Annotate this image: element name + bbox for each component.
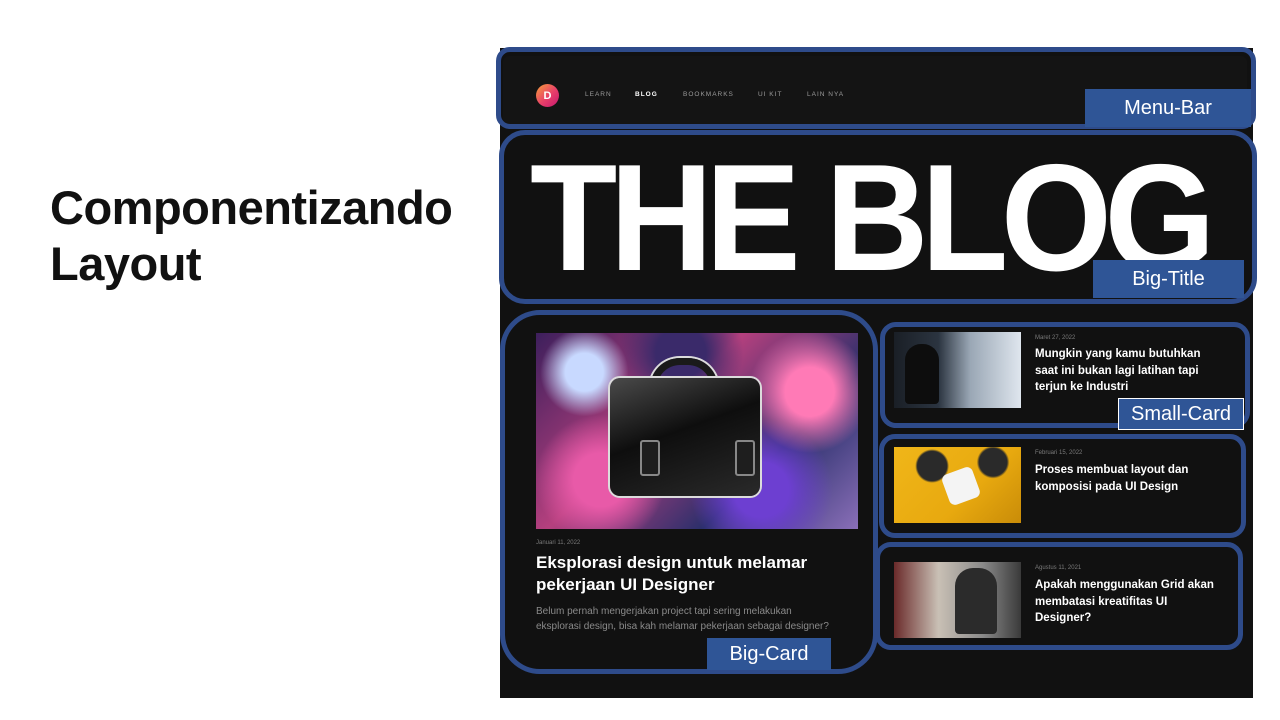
big-title-label: Big-Title <box>1093 260 1244 298</box>
small-card-3-outline <box>875 542 1243 650</box>
slide-title-line-1: Componentizando <box>50 181 453 234</box>
small-card-label: Small-Card <box>1118 398 1244 430</box>
slide-title: Componentizando Layout <box>50 180 453 292</box>
small-card-2-outline <box>879 434 1246 538</box>
big-card-outline <box>500 310 878 674</box>
slide-title-line-2: Layout <box>50 237 202 290</box>
big-card-label: Big-Card <box>707 638 831 670</box>
menu-bar-label: Menu-Bar <box>1085 89 1251 127</box>
